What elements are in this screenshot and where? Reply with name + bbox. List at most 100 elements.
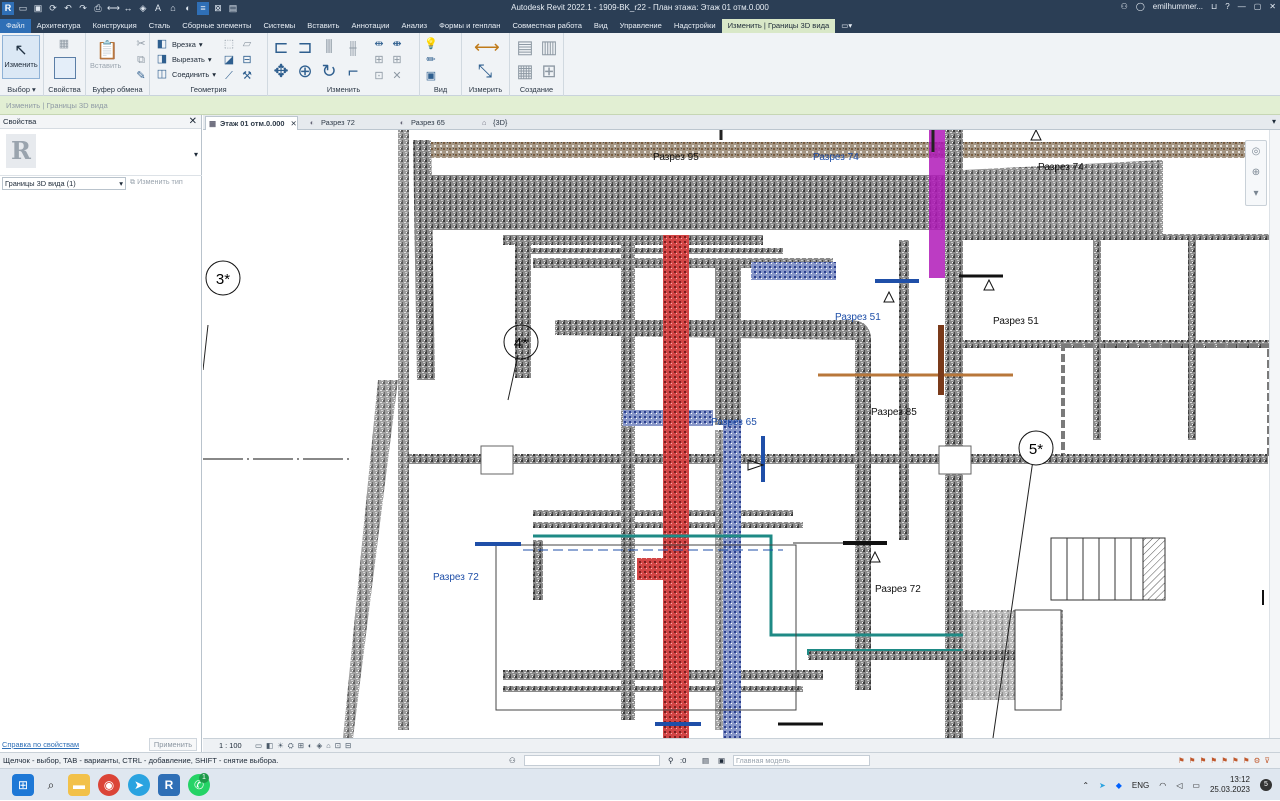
ribbon-overflow-icon[interactable]: ▭▾	[835, 19, 858, 33]
view-scale[interactable]: 1 : 100	[219, 739, 242, 752]
maximize-button[interactable]: ▢	[1254, 2, 1262, 11]
close-tab-icon[interactable]: ✕	[291, 119, 297, 128]
pin-icon[interactable]: ⇼	[390, 37, 404, 51]
modify-button[interactable]: ↖ Изменить	[2, 35, 40, 79]
section-label-95[interactable]: Разрез 95	[653, 152, 699, 163]
left-column-scan[interactable]	[398, 130, 409, 730]
scale-icon[interactable]: ⊡	[372, 69, 386, 83]
zoom-icon[interactable]: ⊕	[1246, 162, 1266, 183]
split-face-icon[interactable]: ◪	[222, 53, 236, 67]
section-label-72[interactable]: Разрез 72	[875, 584, 921, 595]
tab-overflow-icon[interactable]: ▾	[1272, 117, 1276, 126]
view-tab[interactable]: ◐ Разрез 65	[397, 116, 445, 130]
red-duct-branch[interactable]	[637, 558, 663, 580]
language-indicator[interactable]: ENG	[1132, 781, 1149, 790]
view-control-icons[interactable]: ▭ ◧ ☀ ⛭ ⊞ ◐ ◈ ⌂ ⊡ ⊟	[255, 739, 352, 752]
blue-duct-vertical[interactable]	[723, 420, 741, 738]
design-options-icon[interactable]: ▤	[702, 753, 709, 768]
orange-fitting[interactable]	[938, 325, 944, 395]
hide-in-view-icon[interactable]: 💡	[424, 37, 438, 51]
edit-type-button[interactable]: ⧉ Изменить тип	[130, 177, 183, 187]
hammer-icon[interactable]: ⚒	[240, 69, 254, 83]
editable-only-icon[interactable]: ⚲	[668, 753, 674, 768]
properties-help-link[interactable]: Справка по свойствам	[2, 740, 79, 749]
ribbon-tab[interactable]: Системы	[257, 19, 301, 33]
apply-button[interactable]: Применить	[149, 738, 197, 751]
telegram-icon[interactable]: ➤	[128, 774, 150, 796]
mirror-axis-icon[interactable]: ⫴	[318, 36, 340, 58]
chrome-icon[interactable]: ◉	[98, 774, 120, 796]
wall-joins-icon[interactable]: ⬚	[222, 37, 236, 51]
linework-icon[interactable]: ▣	[424, 69, 438, 83]
ribbon-tab[interactable]: Управление	[614, 19, 668, 33]
cut-notch-button[interactable]: ◧ Врезка ▾	[155, 37, 203, 51]
clock[interactable]: 13:12 25.03.2023	[1210, 775, 1250, 795]
right-horizontal-pipe[interactable]	[963, 234, 1269, 240]
wifi-icon[interactable]: ◠	[1159, 781, 1166, 790]
mirror-draw-icon[interactable]: ⫵	[342, 36, 364, 58]
ribbon-tab[interactable]: Формы и генплан	[433, 19, 506, 33]
ribbon-tab[interactable]: Анализ	[395, 19, 433, 33]
cut-icon[interactable]: ✂	[134, 37, 148, 51]
search-icon[interactable]: ⌕	[40, 774, 62, 796]
close-icon[interactable]: ✕	[189, 115, 197, 129]
section-label-74-blue[interactable]: Разрез 74	[813, 152, 859, 163]
binoculars-icon[interactable]: ⚇	[1121, 2, 1128, 11]
copy-element-icon[interactable]: ⊕	[294, 60, 316, 82]
close-button[interactable]: ✕	[1269, 2, 1276, 11]
override-graphics-icon[interactable]: ✏	[424, 53, 438, 67]
windows-start-icon[interactable]: ⊞	[12, 774, 34, 796]
blue-duct-top[interactable]	[751, 262, 836, 280]
properties-toggle-button[interactable]	[54, 57, 76, 79]
column-c-scan[interactable]	[715, 265, 741, 425]
paste-button[interactable]: Вставить	[90, 61, 121, 70]
view-tab[interactable]: ◐ Разрез 72	[307, 116, 355, 130]
long-horizontal-pipe[interactable]	[408, 454, 1268, 464]
steering-wheel-icon[interactable]: ◎	[1246, 141, 1266, 162]
create-similar-icon[interactable]: ⊞	[538, 60, 560, 82]
zoom-dropdown-icon[interactable]: ▾	[1246, 183, 1266, 204]
user-icon[interactable]: ◯	[1136, 2, 1145, 11]
rotate-icon[interactable]: ↻	[318, 60, 340, 82]
drawing-canvas[interactable]: 3* 4* 5* Разрез 95 Разрез 74 Разрез 51 Р…	[203, 130, 1269, 738]
section-label-85[interactable]: Разрез 85	[871, 407, 917, 418]
align-icon[interactable]: ⊏	[270, 36, 292, 58]
notification-count[interactable]: 5	[1260, 779, 1272, 791]
demolish-icon[interactable]: ▱	[240, 37, 254, 51]
main-model-select[interactable]: Главная модель	[733, 755, 870, 766]
main-duct-scan[interactable]	[428, 175, 963, 230]
ribbon-tab[interactable]: Файл	[0, 19, 31, 33]
instance-filter-select[interactable]: Границы 3D вида (1) ▾	[2, 177, 126, 190]
ribbon-tab[interactable]: Вставить	[301, 19, 345, 33]
offset-icon[interactable]: ⊐	[294, 36, 316, 58]
vertical-scrollbar[interactable]	[1269, 130, 1280, 738]
cart-icon[interactable]: ⊔	[1211, 2, 1217, 11]
chevron-up-icon[interactable]: ⌃	[1082, 781, 1089, 790]
match-properties-icon[interactable]: ✎	[134, 69, 148, 83]
right-column-scan[interactable]	[945, 130, 963, 738]
view-tab[interactable]: ▦ Этаж 01 отм.0.000 ✕	[205, 116, 298, 130]
selection-filters-icons[interactable]: ⚑⚑⚑⚑⚑⚑⚑⚙⊽	[1178, 753, 1274, 768]
grid-bubble-3[interactable]: 3*	[205, 260, 241, 296]
unpin-icon[interactable]: ⊞	[390, 53, 404, 67]
section-label-74[interactable]: Разрез 74	[1038, 162, 1084, 173]
type-properties-icon[interactable]: ▦	[57, 37, 71, 51]
column-b-scan[interactable]	[621, 240, 635, 720]
array-icon[interactable]: ⊞	[372, 53, 386, 67]
create-group-icon[interactable]: ▦	[514, 60, 536, 82]
split-icon[interactable]: ⇹	[372, 37, 386, 51]
ribbon-tab[interactable]: Надстройки	[668, 19, 722, 33]
ribbon-tab[interactable]: Архитектура	[31, 19, 87, 33]
ribbon-tab[interactable]: Конструкция	[87, 19, 143, 33]
section-label-72-blue[interactable]: Разрез 72	[433, 572, 479, 583]
measure-between-icon[interactable]: ⟷	[474, 36, 500, 58]
volume-icon[interactable]: ◁	[1176, 781, 1182, 790]
delete-icon[interactable]: ✕	[390, 69, 404, 83]
move-icon[interactable]: ✥	[270, 60, 292, 82]
telegram-tray-icon[interactable]: ➤	[1099, 781, 1106, 790]
ribbon-tab[interactable]: Изменить | Границы 3D вида	[721, 19, 836, 33]
column-d-scan[interactable]	[899, 240, 909, 540]
revit-icon[interactable]: R	[158, 774, 180, 796]
floor-plan-drawing[interactable]: 3* 4* 5* Разрез 95 Разрез 74 Разрез 51 Р…	[203, 130, 1269, 738]
ribbon-tab[interactable]: Сталь	[143, 19, 177, 33]
